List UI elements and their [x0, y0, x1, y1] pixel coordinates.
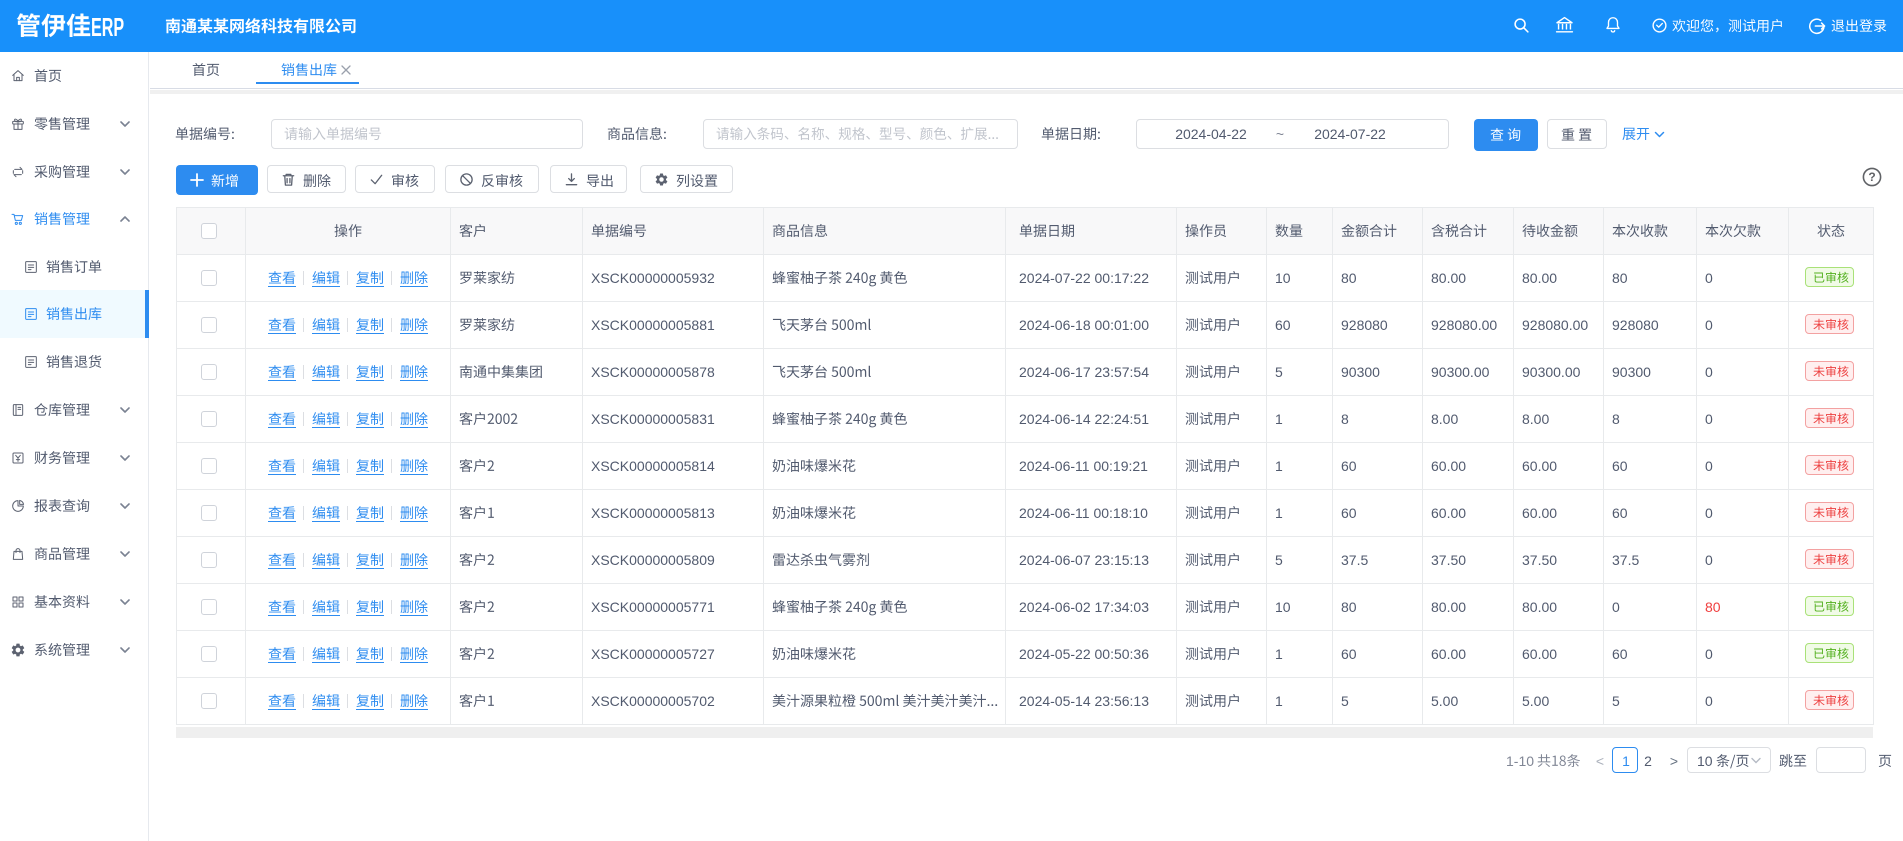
svg-text:?: ? — [1868, 170, 1875, 184]
